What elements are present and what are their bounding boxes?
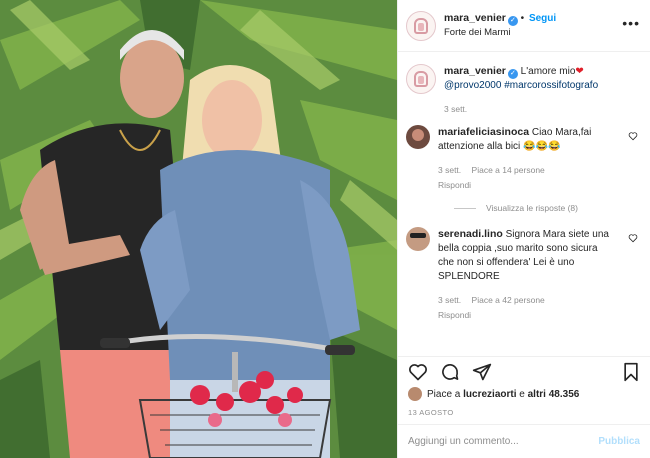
bookmark-icon[interactable]	[622, 362, 640, 382]
comment-time[interactable]: 3 sett.	[438, 165, 461, 175]
comment: mariafeliciasinoca Ciao Mara,fai attenzi…	[406, 125, 642, 192]
view-replies-label[interactable]: Visualizza le risposte (8)	[486, 203, 578, 213]
comment-meta: 3 sett. Piace a 42 persone	[438, 293, 616, 307]
commenter-avatar[interactable]	[406, 125, 430, 149]
more-options-icon[interactable]: •••	[622, 16, 640, 30]
comment-body: mariafeliciasinoca Ciao Mara,fai attenzi…	[438, 125, 616, 192]
post-date[interactable]: 13 AGOSTO	[398, 402, 650, 424]
caption-time[interactable]: 3 sett.	[444, 104, 467, 114]
caption-text: L'amore mio	[520, 66, 576, 77]
comment-body: serenadi.lino Signora Mara siete una bel…	[438, 227, 616, 322]
header-text: mara_venier ✓ • Segui Forte dei Marmi	[444, 12, 556, 39]
likes-others[interactable]: altri 48.356	[528, 389, 580, 400]
instagram-post: mara_venier ✓ • Segui Forte dei Marmi •••…	[0, 0, 650, 458]
caption-body: mara_venier ✓ L'amore mio❤ @provo2000 #ma…	[444, 64, 622, 116]
commenter-avatar[interactable]	[406, 227, 430, 251]
red-heart-emoji: ❤	[575, 66, 584, 77]
caption-meta: 3 sett.	[444, 102, 622, 116]
avatar-sunglasses	[410, 233, 426, 238]
reply-button[interactable]: Rispondi	[438, 178, 616, 192]
comment-likes[interactable]: Piace a 14 persone	[472, 165, 545, 175]
heart-icon[interactable]	[628, 131, 638, 141]
photo-illustration	[0, 0, 397, 458]
caption-hashtag[interactable]: #marcorossifotografo	[504, 80, 598, 91]
verified-badge-icon: ✓	[507, 69, 518, 79]
post-header: mara_venier ✓ • Segui Forte dei Marmi •••	[398, 0, 650, 52]
dot-separator: •	[520, 13, 527, 24]
post-sidebar: mara_venier ✓ • Segui Forte dei Marmi •••…	[397, 0, 650, 458]
comment-username[interactable]: serenadi.lino	[438, 228, 503, 240]
likes-prefix: Piace a	[427, 388, 461, 400]
heart-icon[interactable]	[628, 233, 638, 243]
likes-summary[interactable]: Piace a lucreziaorti e altri 48.356	[398, 386, 650, 402]
comment-time[interactable]: 3 sett.	[438, 295, 461, 305]
reply-button[interactable]: Rispondi	[438, 308, 616, 322]
verified-badge-icon: ✓	[507, 16, 518, 26]
author-username[interactable]: mara_venier	[444, 12, 506, 24]
avatar-face	[412, 129, 424, 141]
publish-button[interactable]: Pubblica	[598, 436, 640, 447]
heart-icon[interactable]	[408, 362, 428, 382]
add-comment-bar: Aggiungi un commento... Pubblica	[398, 424, 650, 458]
laughing-emoji: 😂😂😂	[523, 141, 561, 152]
comment-username[interactable]: mariafeliciasinoca	[438, 126, 529, 138]
comment-likes[interactable]: Piace a 42 persone	[472, 295, 545, 305]
action-bar	[398, 356, 650, 386]
comment: serenadi.lino Signora Mara siete una bel…	[406, 227, 642, 322]
caption: mara_venier ✓ L'amore mio❤ @provo2000 #ma…	[406, 64, 642, 116]
author-avatar[interactable]	[406, 10, 436, 41]
liker-username[interactable]: lucreziaorti	[463, 389, 516, 400]
avatar-logo-detail	[418, 22, 424, 31]
liker-avatar[interactable]	[408, 387, 422, 401]
caption-avatar[interactable]	[406, 64, 436, 94]
post-photo[interactable]	[0, 0, 397, 458]
caption-username[interactable]: mara_venier	[444, 65, 506, 77]
comment-icon[interactable]	[440, 362, 460, 382]
avatar-logo-detail	[418, 76, 424, 84]
follow-button[interactable]: Segui	[529, 13, 556, 24]
caption-mention[interactable]: @provo2000	[444, 80, 501, 91]
post-location[interactable]: Forte dei Marmi	[444, 26, 556, 39]
comments-list[interactable]: mara_venier ✓ L'amore mio❤ @provo2000 #ma…	[398, 52, 650, 356]
view-replies-line	[454, 207, 476, 209]
view-replies[interactable]: Visualizza le risposte (8)	[454, 203, 642, 213]
comment-meta: 3 sett. Piace a 14 persone	[438, 163, 616, 177]
share-icon[interactable]	[472, 362, 492, 382]
likes-middle: e	[519, 388, 525, 400]
comment-input[interactable]: Aggiungi un commento...	[408, 436, 598, 447]
